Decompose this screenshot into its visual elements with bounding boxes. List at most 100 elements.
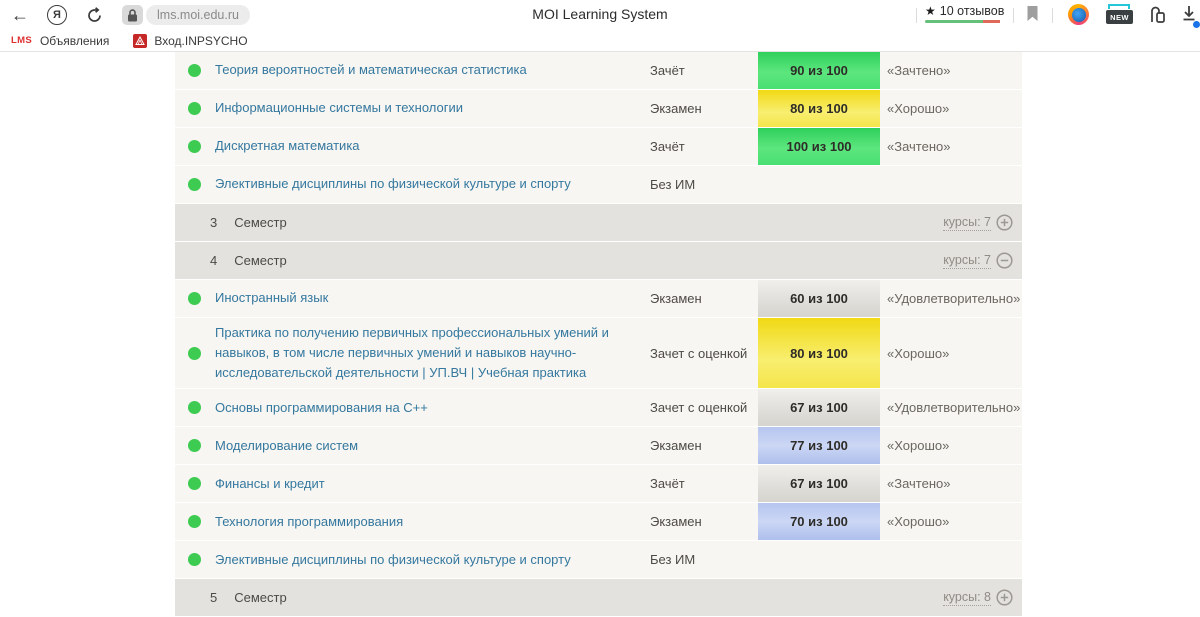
- course-name-link[interactable]: Основы программирования на C++: [215, 393, 650, 423]
- course-name-link[interactable]: Иностранный язык: [215, 283, 650, 313]
- semester-courses-link[interactable]: курсы: 7: [943, 215, 991, 231]
- new-badge-label: NEW: [1106, 10, 1133, 24]
- downloads-button[interactable]: [1180, 4, 1200, 28]
- lms-favicon: LMS: [10, 34, 33, 47]
- toolbar-divider: [1013, 8, 1014, 23]
- grade-text: «Зачтено»: [880, 139, 1022, 154]
- status-dot-icon: [188, 292, 201, 305]
- exam-type: Зачёт: [650, 139, 758, 154]
- site-security-button[interactable]: [122, 5, 143, 25]
- semester-label: Семестр: [234, 590, 286, 605]
- semester-courses-link[interactable]: курсы: 8: [943, 590, 991, 606]
- bookmark-button[interactable]: [1026, 5, 1039, 27]
- score-badge: 67 из 100: [758, 465, 880, 502]
- score-badge: 80 из 100: [758, 90, 880, 127]
- status-dot-icon: [188, 439, 201, 452]
- extension-button[interactable]: [1068, 4, 1089, 25]
- toolbar-divider: [1052, 8, 1053, 23]
- course-name-link[interactable]: Элективные дисциплины по физической куль…: [215, 169, 650, 199]
- status-cell: [175, 401, 215, 414]
- status-dot-icon: [188, 553, 201, 566]
- exam-type: Экзамен: [650, 291, 758, 306]
- status-dot-icon: [188, 347, 201, 360]
- exam-type: Зачет с оценкой: [650, 400, 758, 415]
- status-cell: [175, 439, 215, 452]
- refresh-button[interactable]: [82, 3, 106, 27]
- download-notification-dot: [1193, 21, 1200, 28]
- exam-type: Экзамен: [650, 438, 758, 453]
- status-cell: [175, 553, 215, 566]
- browser-toolbar: ← Я lms.moi.edu.ru MOI Learning System ★…: [0, 0, 1200, 30]
- score-cell-empty: [758, 166, 880, 203]
- exam-type: Экзамен: [650, 514, 758, 529]
- exam-type: Зачёт: [650, 476, 758, 491]
- back-button[interactable]: ←: [8, 3, 32, 27]
- collapse-button[interactable]: [996, 252, 1013, 269]
- semester-courses-link[interactable]: курсы: 7: [943, 253, 991, 269]
- extension-icon: [1072, 8, 1086, 22]
- bookmark-item-announcements[interactable]: LMS Объявления: [10, 34, 109, 48]
- plus-circle-icon: [996, 214, 1013, 231]
- star-icon: ★: [925, 4, 936, 18]
- course-name-link[interactable]: Технология программирования: [215, 507, 650, 537]
- minus-circle-icon: [996, 252, 1013, 269]
- course-row: Технология программированияЭкзамен70 из …: [175, 503, 1022, 540]
- toolbar-divider: [916, 8, 917, 23]
- download-arrow-icon: [1180, 4, 1198, 22]
- yandex-home-button[interactable]: Я: [45, 3, 69, 27]
- course-name-link[interactable]: Информационные системы и технологии: [215, 93, 650, 123]
- course-name-link[interactable]: Теория вероятностей и математическая ста…: [215, 55, 650, 85]
- page-title: MOI Learning System: [440, 6, 760, 22]
- score-cell-empty: [758, 541, 880, 578]
- bookmark-label: Объявления: [40, 34, 109, 48]
- rating-bar-positive: [925, 20, 983, 23]
- semester-courses-group: курсы: 7: [943, 252, 1013, 269]
- grade-text: «Удовлетворительно»: [880, 400, 1022, 415]
- score-badge: 90 из 100: [758, 52, 880, 89]
- grades-table: Теория вероятностей и математическая ста…: [175, 52, 1022, 617]
- course-row: Элективные дисциплины по физической куль…: [175, 541, 1022, 578]
- expand-button[interactable]: [996, 589, 1013, 606]
- expand-button[interactable]: [996, 214, 1013, 231]
- grade-text: «Хорошо»: [880, 101, 1022, 116]
- course-row: Моделирование системЭкзамен77 из 100«Хор…: [175, 427, 1022, 464]
- course-name-link[interactable]: Финансы и кредит: [215, 469, 650, 499]
- collections-icon: [1146, 4, 1168, 26]
- refresh-icon: [86, 7, 103, 24]
- course-name-link[interactable]: Моделирование систем: [215, 431, 650, 461]
- status-cell: [175, 64, 215, 77]
- exam-type: Зачет с оценкой: [650, 346, 758, 361]
- address-bar[interactable]: lms.moi.edu.ru: [146, 5, 250, 25]
- course-name-link[interactable]: Элективные дисциплины по физической куль…: [215, 545, 650, 575]
- exam-type: Экзамен: [650, 101, 758, 116]
- page-content: Теория вероятностей и математическая ста…: [0, 52, 1200, 611]
- course-name-link[interactable]: Дискретная математика: [215, 131, 650, 161]
- plus-circle-icon: [996, 589, 1013, 606]
- grade-text: «Хорошо»: [880, 438, 1022, 453]
- score-badge: 70 из 100: [758, 503, 880, 540]
- grade-text: «Хорошо»: [880, 514, 1022, 529]
- semester-header-row: 3Семестркурсы: 7: [175, 204, 1022, 241]
- site-rating-button[interactable]: ★ 10 отзывов: [925, 4, 1005, 23]
- semester-number: 3: [210, 215, 217, 230]
- bookmarks-bar: LMS Объявления Вход.INPSYCHO: [0, 30, 1200, 52]
- grade-text: «Зачтено»: [880, 63, 1022, 78]
- status-cell: [175, 477, 215, 490]
- screenshot-tool-button[interactable]: NEW: [1106, 4, 1133, 25]
- course-row: Иностранный языкЭкзамен60 из 100«Удовлет…: [175, 280, 1022, 317]
- course-row: Информационные системы и технологииЭкзам…: [175, 90, 1022, 127]
- status-dot-icon: [188, 477, 201, 490]
- course-row: Финансы и кредитЗачёт67 из 100«Зачтено»: [175, 465, 1022, 502]
- grade-text: «Зачтено»: [880, 476, 1022, 491]
- bookmark-item-inpsycho[interactable]: Вход.INPSYCHO: [133, 34, 247, 48]
- course-row: Элективные дисциплины по физической куль…: [175, 166, 1022, 203]
- collections-button[interactable]: [1146, 4, 1168, 31]
- status-dot-icon: [188, 102, 201, 115]
- score-badge: 77 из 100: [758, 427, 880, 464]
- status-dot-icon: [188, 515, 201, 528]
- status-cell: [175, 102, 215, 115]
- course-name-link[interactable]: Практика по получению первичных професси…: [215, 318, 650, 388]
- exam-type: Без ИМ: [650, 552, 758, 567]
- score-badge: 60 из 100: [758, 280, 880, 317]
- course-row: Дискретная математикаЗачёт100 из 100«Зач…: [175, 128, 1022, 165]
